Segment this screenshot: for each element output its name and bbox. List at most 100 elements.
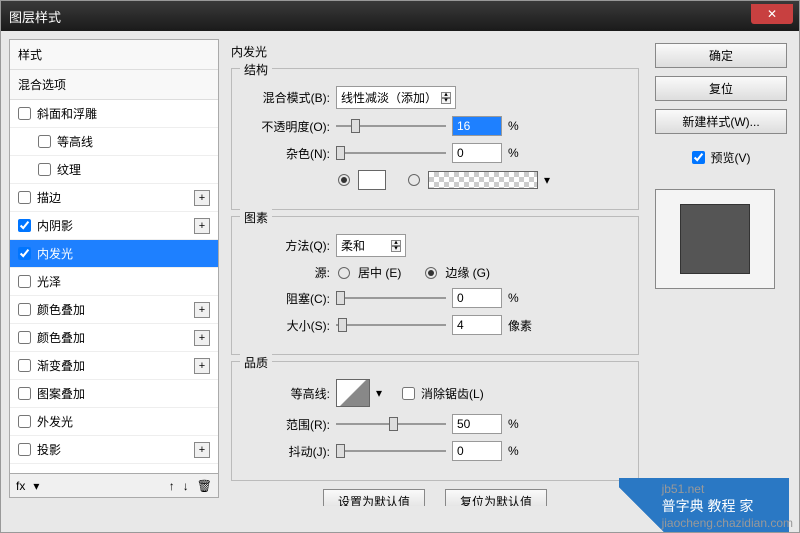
trash-icon[interactable]: 🗑 [197, 479, 212, 493]
style-label: 内发光 [37, 245, 73, 262]
style-label: 投影 [37, 441, 61, 458]
add-instance-button[interactable]: + [194, 190, 210, 206]
technique-select[interactable]: 柔和▴▾ [336, 234, 406, 257]
fx-menu-icon[interactable]: ▾ [33, 479, 39, 493]
style-checkbox[interactable] [38, 135, 51, 148]
style-checkbox[interactable] [18, 303, 31, 316]
preview-box [655, 189, 775, 289]
arrow-up-icon[interactable]: ↑ [169, 479, 175, 493]
ok-button[interactable]: 确定 [655, 43, 787, 68]
gradient-swatch[interactable] [428, 171, 538, 189]
style-checkbox[interactable] [18, 387, 31, 400]
chevron-down-icon[interactable]: ▾ [441, 98, 451, 104]
elements-title: 图素 [240, 209, 272, 226]
blending-options-header[interactable]: 混合选项 [10, 70, 218, 100]
dropdown-icon[interactable]: ▾ [376, 386, 382, 400]
style-checkbox[interactable] [18, 443, 31, 456]
new-style-button[interactable]: 新建样式(W)... [655, 109, 787, 134]
add-instance-button[interactable]: + [194, 442, 210, 458]
range-slider[interactable] [336, 417, 446, 431]
technique-label: 方法(Q): [244, 237, 330, 254]
antialias-checkbox[interactable] [402, 387, 415, 400]
noise-input[interactable]: 0 [452, 143, 502, 163]
style-checkbox[interactable] [18, 331, 31, 344]
contour-picker[interactable] [336, 379, 370, 407]
source-edge-radio[interactable] [425, 267, 437, 279]
preview-label[interactable]: 预览(V) [711, 149, 751, 166]
style-item-6[interactable]: 光泽 [10, 268, 218, 296]
style-item-1[interactable]: 等高线 [10, 128, 218, 156]
blend-mode-select[interactable]: 线性减淡（添加）▴▾ [336, 86, 456, 109]
style-item-5[interactable]: 内发光 [10, 240, 218, 268]
reset-button[interactable]: 复位 [655, 76, 787, 101]
source-edge-label[interactable]: 边缘 (G) [445, 264, 490, 281]
titlebar[interactable]: 图层样式 ✕ [1, 1, 799, 31]
style-item-8[interactable]: 颜色叠加 + [10, 324, 218, 352]
style-label: 渐变叠加 [37, 357, 85, 374]
range-label: 范围(R): [244, 416, 330, 433]
style-checkbox[interactable] [18, 191, 31, 204]
style-label: 纹理 [57, 161, 81, 178]
watermark-text: jb51.net 普字典 教程 家 jiaocheng.chazidian.co… [662, 482, 793, 530]
style-label: 颜色叠加 [37, 301, 85, 318]
preview-swatch [680, 204, 750, 274]
style-checkbox[interactable] [18, 219, 31, 232]
source-label: 源: [244, 264, 330, 281]
style-label: 颜色叠加 [37, 329, 85, 346]
gradient-radio[interactable] [408, 174, 420, 186]
preview-checkbox[interactable] [692, 151, 705, 164]
source-center-label[interactable]: 居中 (E) [358, 264, 401, 281]
style-item-2[interactable]: 纹理 [10, 156, 218, 184]
opacity-slider[interactable] [336, 119, 446, 133]
style-label: 描边 [37, 189, 61, 206]
antialias-label[interactable]: 消除锯齿(L) [421, 385, 484, 402]
elements-group: 图素 方法(Q): 柔和▴▾ 源: 居中 (E) 边缘 (G) 阻塞(C): 0 [231, 216, 639, 355]
jitter-input[interactable]: 0 [452, 441, 502, 461]
close-icon: ✕ [767, 7, 777, 21]
style-item-10[interactable]: 图案叠加 [10, 380, 218, 408]
choke-input[interactable]: 0 [452, 288, 502, 308]
opacity-input[interactable]: 16 [452, 116, 502, 136]
contour-label: 等高线: [244, 385, 330, 402]
noise-slider[interactable] [336, 146, 446, 160]
style-label: 等高线 [57, 133, 93, 150]
style-item-4[interactable]: 内阴影 + [10, 212, 218, 240]
source-center-radio[interactable] [338, 267, 350, 279]
style-item-11[interactable]: 外发光 [10, 408, 218, 436]
style-checkbox[interactable] [18, 275, 31, 288]
jitter-slider[interactable] [336, 444, 446, 458]
action-panel: 确定 复位 新建样式(W)... 预览(V) [651, 39, 791, 498]
style-checkbox[interactable] [18, 107, 31, 120]
style-checkbox[interactable] [38, 163, 51, 176]
style-checkbox[interactable] [18, 247, 31, 260]
style-label: 内阴影 [37, 217, 73, 234]
color-radio[interactable] [338, 174, 350, 186]
add-instance-button[interactable]: + [194, 302, 210, 318]
add-instance-button[interactable]: + [194, 218, 210, 234]
structure-title: 结构 [240, 61, 272, 78]
style-label: 斜面和浮雕 [37, 105, 97, 122]
noise-unit: % [508, 146, 536, 160]
close-button[interactable]: ✕ [751, 4, 793, 24]
choke-slider[interactable] [336, 291, 446, 305]
style-item-7[interactable]: 颜色叠加 + [10, 296, 218, 324]
styles-header[interactable]: 样式 [10, 40, 218, 70]
style-item-9[interactable]: 渐变叠加 + [10, 352, 218, 380]
add-instance-button[interactable]: + [194, 330, 210, 346]
style-checkbox[interactable] [18, 415, 31, 428]
add-instance-button[interactable]: + [194, 358, 210, 374]
style-checkbox[interactable] [18, 359, 31, 372]
color-swatch[interactable] [358, 170, 386, 190]
style-label: 光泽 [37, 273, 61, 290]
arrow-down-icon[interactable]: ↓ [183, 479, 189, 493]
size-input[interactable]: 4 [452, 315, 502, 335]
style-item-3[interactable]: 描边 + [10, 184, 218, 212]
dropdown-icon[interactable]: ▾ [544, 173, 550, 187]
size-slider[interactable] [336, 318, 446, 332]
dialog-body: 样式 混合选项 斜面和浮雕等高线纹理描边 + 内阴影 + 内发光光泽颜色叠加 + 颜色叠加 +… [1, 31, 799, 506]
fx-label[interactable]: fx [16, 479, 25, 493]
range-input[interactable]: 50 [452, 414, 502, 434]
style-item-12[interactable]: 投影 + [10, 436, 218, 464]
style-item-0[interactable]: 斜面和浮雕 [10, 100, 218, 128]
size-label: 大小(S): [244, 317, 330, 334]
